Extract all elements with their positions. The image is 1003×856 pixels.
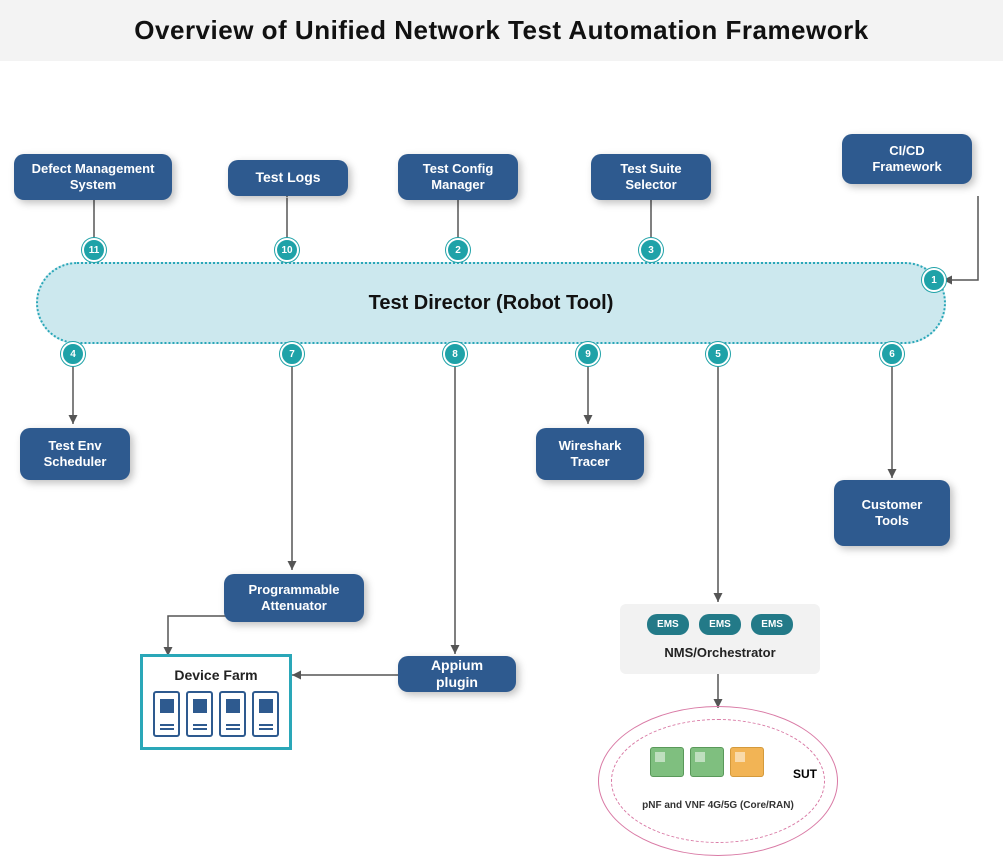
phone-icon [252,691,279,737]
node-sut: pNF and VNF 4G/5G (Core/RAN) SUT [598,706,838,856]
phone-icon [186,691,213,737]
badge-7: 7 [280,342,304,366]
badge-2: 2 [446,238,470,262]
badge-5: 5 [706,342,730,366]
page-title: Overview of Unified Network Test Automat… [20,15,983,46]
badge-1: 1 [922,268,946,292]
badge-4: 4 [61,342,85,366]
nf-icon [650,747,684,777]
node-test-director: Test Director (Robot Tool) [36,262,946,344]
nf-icon [690,747,724,777]
node-test-director-label: Test Director (Robot Tool) [369,292,614,315]
badge-6: 6 [880,342,904,366]
box-test-env-scheduler: Test Env Scheduler [20,428,130,480]
device-farm-phones [153,691,279,737]
box-defect-management: Defect Management System [14,154,172,200]
badge-10: 10 [275,238,299,262]
nms-label: NMS/Orchestrator [634,645,806,660]
badge-3: 3 [639,238,663,262]
badge-11: 11 [82,238,106,262]
box-test-suite-selector: Test Suite Selector [591,154,711,200]
box-wireshark-tracer: Wireshark Tracer [536,428,644,480]
box-programmable-attenuator: Programmable Attenuator [224,574,364,622]
box-customer-tools: Customer Tools [834,480,950,546]
title-bar: Overview of Unified Network Test Automat… [0,0,1003,61]
badge-9: 9 [576,342,600,366]
box-appium-plugin: Appium plugin [398,656,516,692]
sut-sublabel: pNF and VNF 4G/5G (Core/RAN) [642,800,794,811]
box-cicd-framework: CI/CD Framework [842,134,972,184]
badge-8: 8 [443,342,467,366]
phone-icon [153,691,180,737]
box-nms-orchestrator: EMS EMS EMS NMS/Orchestrator [620,604,820,674]
device-farm-title: Device Farm [153,667,279,683]
diagram-canvas: Defect Management System Test Logs Test … [0,70,1003,854]
badge-ems-3: EMS [751,614,793,635]
box-test-logs: Test Logs [228,160,348,196]
nf-icon [730,747,764,777]
box-test-config-manager: Test Config Manager [398,154,518,200]
badge-ems-2: EMS [699,614,741,635]
phone-icon [219,691,246,737]
box-device-farm: Device Farm [140,654,292,750]
sut-label: SUT [793,767,817,781]
sut-icons [642,742,772,782]
badge-ems-1: EMS [647,614,689,635]
